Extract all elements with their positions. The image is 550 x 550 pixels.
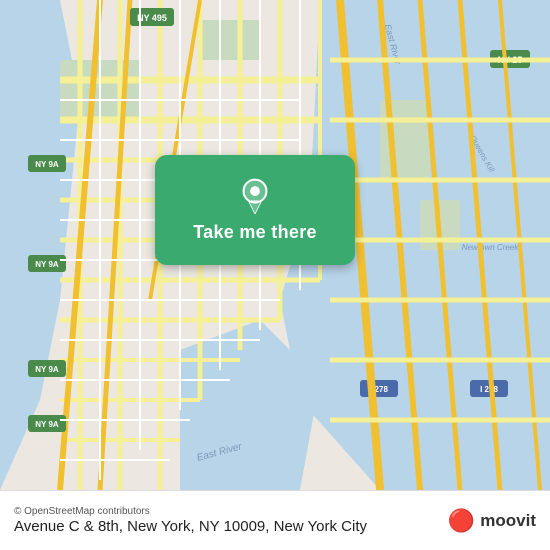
svg-text:NY 9A: NY 9A	[35, 365, 59, 374]
moovit-logo: 🔴 moovit	[448, 508, 536, 534]
osm-credit: © OpenStreetMap contributors	[14, 506, 367, 517]
location-pin-icon	[237, 178, 273, 214]
location-text: Avenue C & 8th, New York, NY 10009, New …	[14, 518, 367, 535]
moovit-name: moovit	[480, 511, 536, 531]
bottom-info: © OpenStreetMap contributors Avenue C & …	[14, 506, 367, 535]
svg-text:NY 9A: NY 9A	[35, 260, 59, 269]
bottom-bar: © OpenStreetMap contributors Avenue C & …	[0, 490, 550, 550]
svg-text:NY 9A: NY 9A	[35, 160, 59, 169]
moovit-icon: 🔴	[448, 508, 475, 534]
map-container: NY 495 NY 25 NY 9A NY 9A NY 9A NY 9A I 2…	[0, 0, 550, 490]
svg-text:NY 495: NY 495	[137, 13, 167, 23]
svg-text:Newtown Creek: Newtown Creek	[462, 243, 519, 252]
take-me-there-button[interactable]: Take me there	[155, 155, 355, 265]
svg-text:NY 9A: NY 9A	[35, 420, 59, 429]
button-label: Take me there	[193, 222, 317, 243]
